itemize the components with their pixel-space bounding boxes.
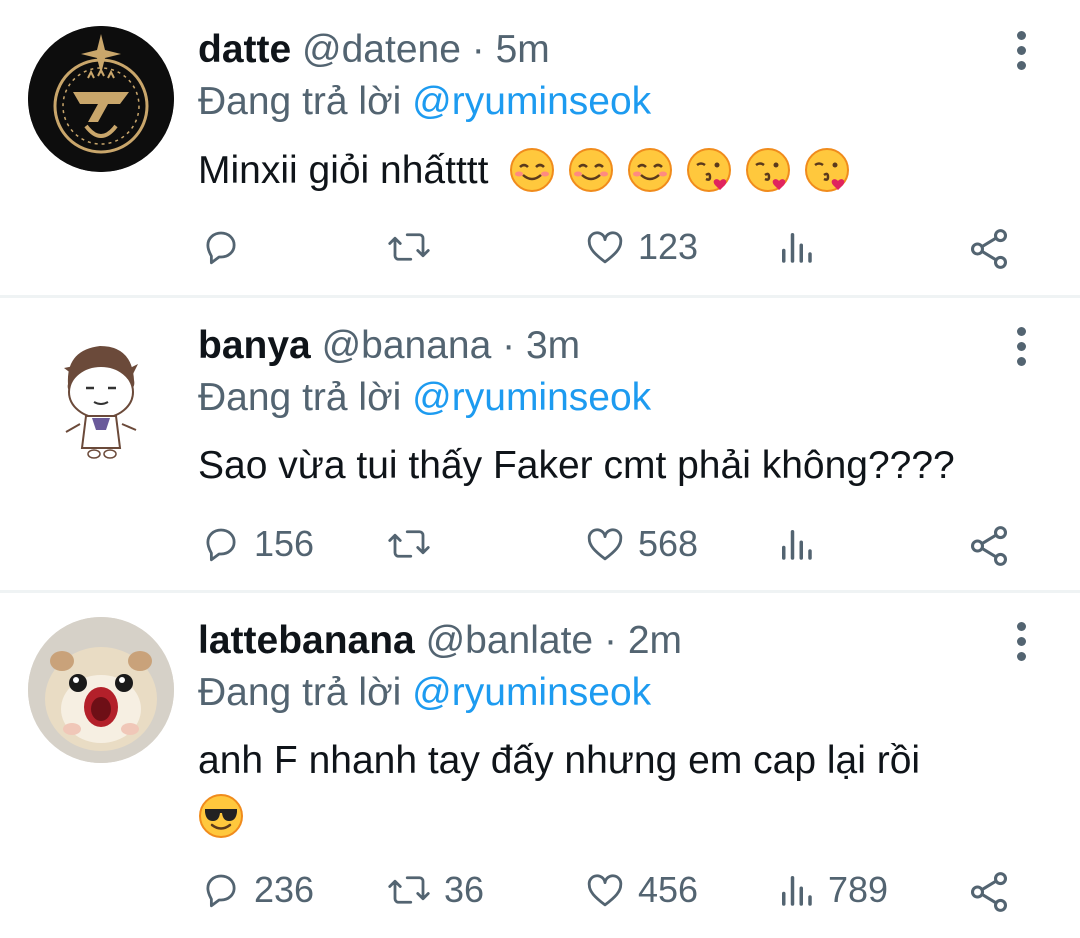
- tweet-header: banya @banana · 3m: [198, 322, 580, 370]
- replying-label: Đang trả lời: [198, 671, 402, 714]
- retweet-icon: [388, 530, 430, 558]
- handle[interactable]: @banlate: [426, 619, 594, 662]
- face-blowing-kiss-emoji: [745, 148, 790, 192]
- display-name[interactable]: banya: [198, 324, 311, 367]
- tweet-actions: 123: [0, 226, 1080, 276]
- timestamp[interactable]: 2m: [628, 619, 682, 662]
- reply-button[interactable]: 156: [200, 523, 314, 565]
- face-blowing-kiss-emoji: [804, 148, 849, 192]
- views-count: 789: [828, 869, 889, 910]
- reply-button[interactable]: 236: [200, 869, 314, 911]
- hamster-icon: [28, 617, 174, 763]
- like-button[interactable]: 568: [584, 523, 698, 565]
- chibi-character-icon: [28, 320, 174, 466]
- like-count: 568: [638, 523, 699, 564]
- tweet-text: Sao vừa tui thấy Faker cmt phải không???…: [198, 438, 1038, 494]
- replying-label: Đang trả lời: [198, 376, 402, 419]
- heart-icon: [587, 528, 623, 561]
- views-chart-icon: [782, 876, 812, 906]
- tweet-text-content: anh F nhanh tay đấy nhưng em cap lại rồi: [198, 739, 921, 782]
- reply-count: 236: [254, 869, 315, 910]
- replying-to-mention[interactable]: @ryuminseok: [412, 671, 651, 714]
- relieved-face-emoji: [628, 148, 672, 192]
- reply-icon: [206, 528, 236, 562]
- separator-dot: ·: [603, 619, 617, 662]
- tweet-text-content: Minxii giỏi nhấtttt: [198, 149, 489, 192]
- tweet-1[interactable]: datte @datene · 5m Đang trả lời @ryumins…: [0, 0, 1080, 296]
- separator-dot: ·: [502, 324, 516, 367]
- retweet-count: 36: [444, 869, 485, 910]
- replying-to: Đang trả lời @ryuminseok: [198, 374, 651, 422]
- tweet-header: lattebanana @banlate · 2m: [198, 617, 682, 665]
- replying-label: Đang trả lời: [198, 80, 402, 123]
- retweet-icon: [388, 233, 430, 261]
- reply-icon: [206, 231, 236, 265]
- retweet-icon: [388, 876, 430, 904]
- retweet-button[interactable]: [386, 523, 444, 565]
- more-options-icon[interactable]: [1004, 26, 1038, 74]
- views-chart-icon: [782, 233, 812, 263]
- smiling-face-with-sunglasses-emoji: [199, 794, 243, 838]
- tweet-header: datte @datene · 5m: [198, 26, 550, 74]
- handle[interactable]: @banana: [322, 324, 492, 367]
- share-icon: [970, 229, 1008, 269]
- display-name[interactable]: lattebanana: [198, 619, 415, 662]
- tweet-text: anh F nhanh tay đấy nhưng em cap lại rồi: [198, 733, 1038, 845]
- views-button[interactable]: 789: [776, 869, 888, 911]
- reply-count: 156: [254, 523, 315, 564]
- timestamp[interactable]: 3m: [526, 324, 580, 367]
- share-icon: [970, 526, 1008, 566]
- tweet-text-content: Sao vừa tui thấy Faker cmt phải không???…: [198, 444, 955, 487]
- replying-to: Đang trả lời @ryuminseok: [198, 78, 651, 126]
- retweet-button[interactable]: 36: [386, 869, 484, 911]
- avatar[interactable]: [28, 26, 174, 172]
- tweet-text: Minxii giỏi nhấtttt: [198, 143, 1038, 199]
- like-count: 123: [638, 226, 699, 267]
- share-icon: [970, 872, 1008, 912]
- relieved-face-emoji: [510, 148, 555, 192]
- handle[interactable]: @datene: [302, 28, 461, 71]
- replying-to-mention[interactable]: @ryuminseok: [412, 376, 651, 419]
- tweet-actions: 156 568: [0, 523, 1080, 573]
- emoji-group: [509, 148, 851, 192]
- like-button[interactable]: 123: [584, 226, 698, 268]
- replying-to-mention[interactable]: @ryuminseok: [412, 80, 651, 123]
- tweet-2[interactable]: banya @banana · 3m Đang trả lời @ryumins…: [0, 298, 1080, 590]
- reply-button[interactable]: [200, 226, 254, 268]
- display-name[interactable]: datte: [198, 28, 291, 71]
- relieved-face-emoji: [569, 148, 614, 192]
- reply-icon: [206, 874, 236, 908]
- like-count: 456: [638, 869, 699, 910]
- views-chart-icon: [782, 530, 812, 560]
- share-button[interactable]: [966, 523, 1012, 569]
- timestamp[interactable]: 5m: [496, 28, 550, 71]
- tweet-3[interactable]: lattebanana @banlate · 2m Đang trả lời @…: [0, 593, 1080, 938]
- views-button[interactable]: [776, 226, 828, 268]
- like-button[interactable]: 456: [584, 869, 698, 911]
- retweet-button[interactable]: [386, 226, 444, 268]
- avatar[interactable]: [28, 320, 174, 466]
- more-options-icon[interactable]: [1004, 617, 1038, 665]
- more-options-icon[interactable]: [1004, 322, 1038, 370]
- tweet-actions: 236 36 456 789: [0, 869, 1080, 919]
- heart-icon: [587, 231, 623, 264]
- share-button[interactable]: [966, 869, 1012, 915]
- share-button[interactable]: [966, 226, 1012, 272]
- heart-icon: [587, 874, 623, 907]
- face-blowing-kiss-emoji: [686, 148, 731, 192]
- replying-to: Đang trả lời @ryuminseok: [198, 669, 651, 717]
- avatar[interactable]: [28, 617, 174, 763]
- team-crest-icon: [28, 26, 174, 172]
- separator-dot: ·: [471, 28, 485, 71]
- views-button[interactable]: [776, 523, 828, 565]
